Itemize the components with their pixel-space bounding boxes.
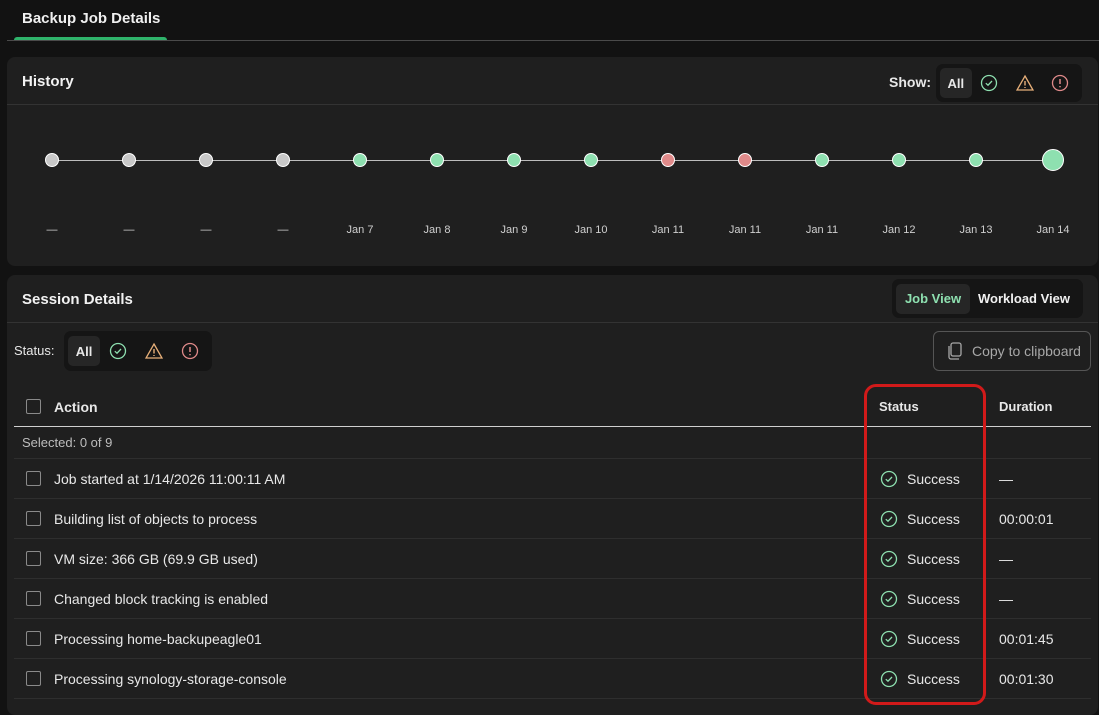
success-icon	[880, 510, 898, 528]
history-point-label: —	[200, 224, 212, 236]
history-point-label: —	[277, 224, 289, 236]
history-panel: History Show: All — — — — Jan 7 Jan 8 Jan 9 Jan…	[7, 57, 1098, 266]
history-point-label: Jan 9	[500, 224, 528, 236]
row-action: VM size: 366 GB (69.9 GB used)	[54, 551, 258, 567]
history-point-success[interactable]	[969, 153, 983, 167]
row-status: Success	[907, 471, 960, 487]
history-point-success[interactable]	[892, 153, 906, 167]
column-status[interactable]: Status	[879, 399, 919, 414]
status-label: Status:	[14, 343, 55, 358]
row-checkbox[interactable]	[26, 471, 41, 486]
row-duration: 00:01:30	[999, 671, 1054, 687]
tab-divider	[7, 40, 1099, 41]
row-action: Processing synology-storage-console	[54, 671, 287, 687]
history-point-success[interactable]	[430, 153, 444, 167]
table-row[interactable]: VM size: 366 GB (69.9 GB used) Success —	[14, 539, 1091, 579]
success-icon	[880, 590, 898, 608]
row-checkbox[interactable]	[26, 591, 41, 606]
history-point-label: Jan 8	[423, 224, 451, 236]
select-all-checkbox[interactable]	[26, 399, 41, 414]
history-point-success[interactable]	[815, 153, 829, 167]
filter-success-icon[interactable]	[972, 68, 1007, 98]
status-filter-warning-icon[interactable]	[136, 336, 172, 366]
row-duration: 00:00:01	[999, 511, 1054, 527]
row-status: Success	[907, 591, 960, 607]
copy-label: Copy to clipboard	[972, 343, 1081, 359]
session-header-divider	[7, 322, 1098, 323]
row-status: Success	[907, 671, 960, 687]
column-duration[interactable]: Duration	[999, 399, 1052, 414]
show-label: Show:	[889, 74, 931, 90]
row-checkbox[interactable]	[26, 551, 41, 566]
history-filter: All	[936, 64, 1082, 102]
table-row[interactable]: Changed block tracking is enabled Succes…	[14, 579, 1091, 619]
status-filter-all[interactable]: All	[68, 336, 100, 366]
history-point-label: —	[46, 224, 58, 236]
row-status: Success	[907, 511, 960, 527]
row-action: Building list of objects to process	[54, 511, 258, 527]
session-title: Session Details	[22, 291, 133, 308]
success-icon	[880, 550, 898, 568]
row-duration: 00:01:45	[999, 631, 1054, 647]
status-filter-error-icon[interactable]	[172, 336, 208, 366]
history-point-failed[interactable]	[738, 153, 752, 167]
history-point-none[interactable]	[45, 153, 59, 167]
row-status: Success	[907, 631, 960, 647]
history-point-label: Jan 10	[574, 224, 608, 236]
history-point-success[interactable]	[353, 153, 367, 167]
row-action: Changed block tracking is enabled	[54, 591, 269, 607]
workload-view-tab[interactable]: Workload View	[970, 284, 1078, 314]
success-icon	[880, 630, 898, 648]
history-point-label: —	[123, 224, 135, 236]
table-row[interactable]: Building list of objects to process Succ…	[14, 499, 1091, 539]
history-header-divider	[7, 104, 1098, 105]
status-filter-success-icon[interactable]	[100, 336, 136, 366]
history-point-none[interactable]	[276, 153, 290, 167]
history-point-label: Jan 12	[882, 224, 916, 236]
job-view-tab[interactable]: Job View	[896, 283, 970, 314]
history-point-success[interactable]	[584, 153, 598, 167]
filter-all[interactable]: All	[940, 68, 972, 98]
view-toggle: Job View Workload View	[892, 279, 1083, 318]
table-row[interactable]: Processing home-backupeagle01 Success 00…	[14, 619, 1091, 659]
success-icon	[880, 470, 898, 488]
history-point-success[interactable]	[507, 153, 521, 167]
history-point-label: Jan 14	[1036, 224, 1070, 236]
row-action: Processing home-backupeagle01	[54, 631, 262, 647]
history-point-none[interactable]	[122, 153, 136, 167]
clipboard-icon	[948, 342, 962, 360]
column-action[interactable]: Action	[54, 399, 98, 415]
status-filter: All	[64, 331, 212, 371]
history-point-label: Jan 11	[651, 224, 685, 236]
row-status: Success	[907, 551, 960, 567]
row-duration: —	[999, 591, 1013, 607]
success-icon	[880, 670, 898, 688]
history-point-failed[interactable]	[661, 153, 675, 167]
history-point-label: Jan 13	[959, 224, 993, 236]
filter-warning-icon[interactable]	[1007, 68, 1042, 98]
row-checkbox[interactable]	[26, 631, 41, 646]
row-checkbox[interactable]	[26, 511, 41, 526]
selection-count-row: Selected: 0 of 9	[14, 427, 1091, 459]
history-point-none[interactable]	[199, 153, 213, 167]
history-point-label: Jan 11	[805, 224, 839, 236]
filter-error-icon[interactable]	[1043, 68, 1078, 98]
row-duration: —	[999, 551, 1013, 567]
tab-backup-job-details[interactable]: Backup Job Details	[22, 10, 160, 27]
selected-count: Selected: 0 of 9	[22, 435, 113, 450]
history-title: History	[22, 73, 74, 90]
table-row[interactable]: Job started at 1/14/2026 11:00:11 AM Suc…	[14, 459, 1091, 499]
history-point-label: Jan 7	[346, 224, 374, 236]
row-checkbox[interactable]	[26, 671, 41, 686]
row-action: Job started at 1/14/2026 11:00:11 AM	[54, 471, 286, 487]
history-point-success[interactable]	[1042, 149, 1064, 171]
copy-to-clipboard-button[interactable]: Copy to clipboard	[933, 331, 1091, 371]
table-header: Action Status Duration	[14, 387, 1091, 427]
table-row[interactable]: Processing synology-storage-console Succ…	[14, 659, 1091, 699]
row-duration: —	[999, 471, 1013, 487]
history-point-label: Jan 11	[728, 224, 762, 236]
